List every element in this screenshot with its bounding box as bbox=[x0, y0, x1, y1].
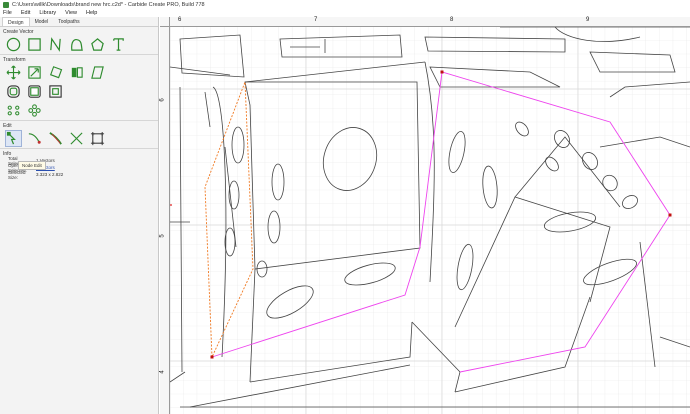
offset-tool-button[interactable] bbox=[5, 83, 22, 100]
move-arrows-icon bbox=[6, 65, 21, 80]
crop-icon bbox=[90, 131, 105, 146]
text-tool-button[interactable] bbox=[110, 36, 127, 53]
circle-tool-button[interactable] bbox=[5, 36, 22, 53]
tab-design[interactable]: Design bbox=[2, 17, 30, 26]
circle-tool-icon bbox=[6, 37, 21, 52]
create-vector-section: Create Vector bbox=[0, 27, 158, 55]
polygon-tool-button[interactable] bbox=[89, 36, 106, 53]
info-label: Selected Size: bbox=[8, 169, 26, 180]
polyline-tool-button[interactable] bbox=[47, 36, 64, 53]
design-canvas[interactable]: 6 7 8 9 6 5 4 bbox=[160, 17, 690, 414]
node-edit-icon bbox=[6, 131, 16, 145]
crop-tool-button[interactable] bbox=[89, 130, 106, 147]
align-tool-button[interactable] bbox=[47, 83, 64, 100]
menu-view[interactable]: View bbox=[65, 10, 77, 16]
node-edit-button[interactable] bbox=[5, 130, 22, 147]
top-ruler: 6 7 8 9 bbox=[170, 17, 690, 27]
tab-model[interactable]: Model bbox=[30, 17, 54, 26]
join-nodes-icon bbox=[7, 105, 20, 116]
node-edit-tooltip: Node Edit bbox=[18, 161, 46, 170]
curve-tool-button[interactable] bbox=[68, 36, 85, 53]
menu-edit[interactable]: Edit bbox=[21, 10, 30, 16]
edit-header: Edit bbox=[3, 123, 12, 129]
trim-icon bbox=[70, 132, 83, 145]
boolean-tool-button[interactable] bbox=[26, 102, 43, 119]
ruler-label: 6 bbox=[178, 17, 182, 23]
window-title: C:\Users\willk\Downloads\brand new hrc.c… bbox=[12, 1, 205, 8]
tab-toolpaths[interactable]: Toolpaths bbox=[53, 17, 84, 26]
ruler-corner bbox=[160, 17, 170, 27]
sidebar-tabs: Design Model Toolpaths bbox=[0, 17, 158, 27]
curve-tool-icon bbox=[71, 38, 83, 51]
rectangle-tool-icon bbox=[28, 38, 41, 51]
app-icon bbox=[3, 1, 9, 8]
menu-help[interactable]: Help bbox=[86, 10, 97, 16]
skew-icon bbox=[91, 66, 104, 79]
trim-tool-button[interactable] bbox=[68, 130, 85, 147]
knife-icon bbox=[49, 132, 62, 145]
offset-icon bbox=[7, 85, 20, 98]
rotate-icon bbox=[49, 66, 63, 79]
ruler-label: 7 bbox=[314, 17, 318, 23]
edit-section: Edit bbox=[0, 121, 158, 149]
polyline-tool-icon bbox=[50, 37, 61, 52]
scale-tool-button[interactable] bbox=[26, 64, 43, 81]
knife-tool-button[interactable] bbox=[47, 130, 64, 147]
mirror-tool-button[interactable] bbox=[68, 64, 85, 81]
info-value: 3.323 x 2.822 bbox=[36, 172, 64, 177]
title-bar: C:\Users\willk\Downloads\brand new hrc.c… bbox=[0, 0, 690, 9]
rotate-tool-button[interactable] bbox=[47, 64, 64, 81]
fillet-tool-button[interactable] bbox=[26, 83, 43, 100]
ruler-label: 4 bbox=[159, 370, 166, 374]
mirror-icon bbox=[71, 67, 83, 78]
left-ruler: 6 5 4 bbox=[160, 27, 170, 414]
fillet-icon bbox=[28, 85, 41, 98]
ruler-label: 5 bbox=[159, 234, 166, 238]
canvas-grid bbox=[170, 27, 690, 414]
info-row-size: Selected Size: 3.323 x 2.822 bbox=[0, 169, 158, 180]
curve-edit-button[interactable] bbox=[26, 130, 43, 147]
create-vector-header: Create Vector bbox=[3, 29, 34, 35]
scale-icon bbox=[28, 66, 41, 79]
menu-bar: File Edit Library View Help bbox=[0, 9, 690, 17]
skew-tool-button[interactable] bbox=[89, 64, 106, 81]
transform-section: Transform bbox=[0, 55, 158, 121]
sidebar: Design Model Toolpaths Create Vector Tra… bbox=[0, 17, 159, 414]
align-icon bbox=[49, 85, 62, 98]
ruler-label: 8 bbox=[450, 17, 454, 23]
rectangle-tool-button[interactable] bbox=[26, 36, 43, 53]
move-tool-button[interactable] bbox=[5, 64, 22, 81]
boolean-icon bbox=[28, 104, 41, 117]
ruler-label: 9 bbox=[586, 17, 590, 23]
menu-library[interactable]: Library bbox=[39, 10, 56, 16]
join-tool-button[interactable] bbox=[5, 102, 22, 119]
text-tool-icon bbox=[113, 38, 124, 51]
polygon-tool-icon bbox=[91, 38, 104, 51]
menu-file[interactable]: File bbox=[3, 10, 12, 16]
canvas-drawing[interactable] bbox=[170, 27, 690, 414]
curve-edit-icon bbox=[28, 133, 41, 144]
transform-header: Transform bbox=[3, 57, 26, 63]
ruler-label: 6 bbox=[159, 98, 166, 102]
